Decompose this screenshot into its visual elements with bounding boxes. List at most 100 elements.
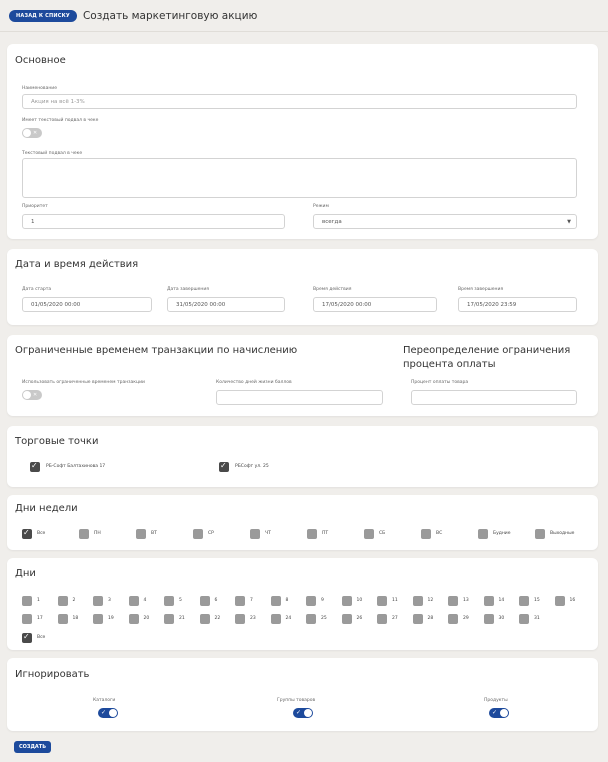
- day-label: 9: [321, 598, 324, 603]
- back-to-list-button[interactable]: НАЗАД К СПИСКУ: [9, 9, 77, 22]
- override-title-line2: процента оплаты: [403, 359, 496, 370]
- day-label: 1: [37, 598, 40, 603]
- day-checkbox[interactable]: [519, 596, 529, 606]
- day-label: 26: [356, 616, 363, 621]
- day-label: 17: [37, 616, 43, 621]
- percent-input[interactable]: [411, 390, 577, 405]
- weekday-label: Выходные: [550, 531, 575, 536]
- time-end-label: Время завершения: [458, 287, 504, 292]
- weekday-checkbox[interactable]: [79, 529, 89, 539]
- day-checkbox[interactable]: [235, 614, 245, 624]
- day-checkbox[interactable]: [57, 614, 68, 624]
- day-checkbox[interactable]: [93, 596, 103, 606]
- day-checkbox[interactable]: [128, 614, 139, 624]
- time-label: Время действия: [313, 287, 352, 292]
- day-label: 4: [143, 598, 147, 603]
- day-checkbox-all[interactable]: [22, 632, 32, 643]
- day-label: 3: [108, 598, 111, 603]
- weekday-checkbox[interactable]: [421, 529, 431, 539]
- store-checkbox[interactable]: [219, 461, 229, 472]
- ignore-catalogs-label: Каталоги: [93, 698, 116, 703]
- end-date-label: Дата завершения: [167, 287, 209, 292]
- day-checkbox[interactable]: [448, 614, 458, 624]
- day-label: 30: [498, 616, 505, 621]
- mode-label: Режим: [313, 204, 329, 209]
- day-label: 7: [250, 598, 253, 603]
- day-checkbox[interactable]: [519, 614, 529, 624]
- day-checkbox[interactable]: [306, 596, 316, 606]
- weekday-checkbox[interactable]: [250, 529, 260, 539]
- day-label: 6: [214, 598, 218, 603]
- day-checkbox[interactable]: [270, 614, 281, 624]
- weekday-label: ВС: [436, 531, 443, 536]
- day-checkbox[interactable]: [554, 596, 565, 606]
- day-checkbox[interactable]: [341, 596, 352, 606]
- day-checkbox[interactable]: [199, 614, 210, 624]
- priority-input[interactable]: 1: [22, 214, 285, 229]
- footer-toggle[interactable]: ✕: [22, 128, 42, 138]
- use-limited-label: Использовать ограниченные временем транз…: [22, 380, 145, 385]
- limits-card: Ограниченные временем транзакции по начи…: [7, 335, 598, 416]
- store-label: РБ-Софт Балтахинова 17: [46, 464, 106, 469]
- time-input[interactable]: 17/05/2020 00:00: [313, 297, 437, 312]
- store-checkbox[interactable]: [30, 461, 40, 472]
- day-checkbox[interactable]: [412, 614, 423, 624]
- weekdays-section-title: Дни недели: [15, 503, 78, 514]
- days-life-input[interactable]: [216, 390, 383, 405]
- end-date-input[interactable]: 31/05/2020 00:00: [167, 297, 285, 312]
- basic-card: Основное Наименование Акция на всё 1-3% …: [7, 44, 598, 239]
- day-label: 28: [427, 616, 434, 621]
- day-checkbox[interactable]: [22, 596, 32, 606]
- day-checkbox[interactable]: [22, 614, 32, 624]
- day-checkbox[interactable]: [306, 614, 316, 624]
- day-label: 8: [285, 598, 289, 603]
- weekday-checkbox-all[interactable]: [22, 528, 32, 539]
- day-checkbox[interactable]: [270, 596, 281, 606]
- start-date-input[interactable]: 01/05/2020 00:00: [22, 297, 152, 312]
- weekday-checkbox[interactable]: [136, 529, 146, 539]
- day-checkbox[interactable]: [164, 596, 174, 606]
- toggle-knob: [500, 709, 508, 717]
- day-checkbox[interactable]: [341, 614, 352, 624]
- weekday-checkbox[interactable]: [535, 529, 545, 539]
- mode-select[interactable]: всегда ▼: [313, 214, 577, 229]
- create-button[interactable]: СОЗДАТЬ: [14, 741, 52, 753]
- weekday-label: Все: [37, 531, 46, 536]
- ignore-products-toggle[interactable]: ✓: [489, 708, 509, 718]
- day-checkbox[interactable]: [483, 596, 494, 606]
- check-icon: ✓: [101, 709, 107, 716]
- day-label: 20: [143, 616, 150, 621]
- basic-section-title: Основное: [15, 55, 66, 66]
- weekday-checkbox[interactable]: [478, 529, 488, 539]
- day-checkbox[interactable]: [199, 596, 210, 606]
- weekday-label: ЧТ: [265, 531, 271, 536]
- weekday-checkbox[interactable]: [193, 529, 203, 539]
- time-end-input[interactable]: 17/05/2020 23:59: [458, 297, 577, 312]
- ignore-groups-label: Группы товаров: [277, 698, 316, 703]
- day-checkbox[interactable]: [412, 596, 423, 606]
- weekday-label: ВТ: [151, 531, 157, 536]
- use-limited-toggle[interactable]: ✕: [22, 390, 42, 400]
- day-checkbox[interactable]: [448, 596, 458, 606]
- weekday-checkbox[interactable]: [364, 529, 374, 539]
- stores-section-title: Торговые точки: [15, 436, 99, 447]
- weekday-checkbox[interactable]: [307, 529, 317, 539]
- weekdays-card: Дни недели Все ПН ВТ СР ЧТ ПТ СБ ВС Будн…: [7, 495, 598, 550]
- weekday-label: СР: [208, 531, 214, 536]
- day-label: 29: [463, 616, 469, 621]
- day-checkbox[interactable]: [377, 614, 387, 624]
- day-checkbox[interactable]: [57, 596, 68, 606]
- day-label: 2: [72, 598, 76, 603]
- day-checkbox[interactable]: [128, 596, 139, 606]
- day-checkbox[interactable]: [235, 596, 245, 606]
- day-checkbox[interactable]: [93, 614, 103, 624]
- footer-text-area[interactable]: [22, 158, 577, 198]
- name-input[interactable]: Акция на всё 1-3%: [22, 94, 577, 109]
- day-checkbox[interactable]: [483, 614, 494, 624]
- ignore-groups-toggle[interactable]: ✓: [293, 708, 313, 718]
- day-checkbox[interactable]: [377, 596, 387, 606]
- weekday-label: ПН: [94, 531, 101, 536]
- day-checkbox[interactable]: [164, 614, 174, 624]
- day-label: 11: [392, 598, 398, 603]
- ignore-catalogs-toggle[interactable]: ✓: [98, 708, 118, 718]
